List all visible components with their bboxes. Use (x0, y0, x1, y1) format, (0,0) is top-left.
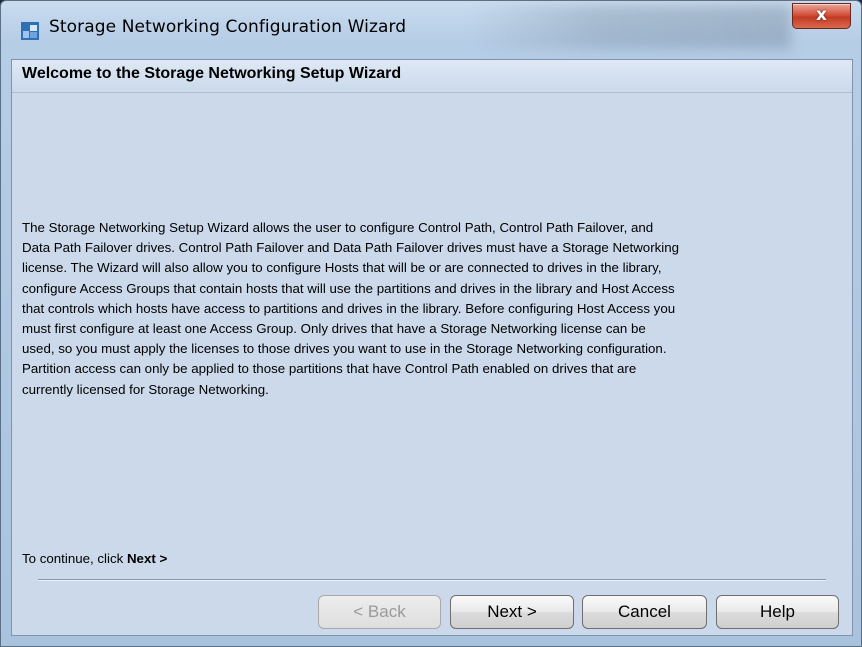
description-line: license. The Wizard will also allow you … (22, 260, 662, 276)
description-line: configure Access Groups that contain hos… (22, 280, 675, 296)
blurred-background (471, 5, 791, 49)
description-line: The Storage Networking Setup Wizard allo… (22, 220, 654, 235)
cancel-button[interactable]: Cancel (582, 595, 707, 629)
separator (38, 579, 826, 581)
description-line: must first configure at least one Access… (22, 321, 646, 337)
continue-hint: To continue, click Next > (22, 551, 167, 566)
window-title: Storage Networking Configuration Wizard (49, 17, 407, 37)
description-line: Partition access can only be applied to … (22, 361, 637, 377)
description-line: used, so you must apply the licenses to … (22, 341, 667, 357)
wizard-content: Welcome to the Storage Networking Setup … (11, 59, 853, 636)
back-button[interactable]: < Back (318, 595, 441, 629)
wizard-app-icon (21, 22, 39, 40)
description-line: Data Path Failover drives. Control Path … (22, 240, 680, 256)
hint-text: To continue, click (22, 551, 127, 566)
close-button[interactable]: x (792, 3, 851, 29)
hint-next-label: Next > (126, 551, 168, 566)
wizard-description: The Storage Networking Setup Wizard allo… (22, 218, 847, 400)
next-button[interactable]: Next > (450, 595, 574, 629)
wizard-header: Welcome to the Storage Networking Setup … (12, 60, 852, 93)
title-bar[interactable]: Storage Networking Configuration Wizard … (1, 1, 861, 57)
help-button[interactable]: Help (716, 595, 839, 629)
close-icon: x (816, 5, 827, 25)
description-line: currently licensed for Storage Networkin… (22, 381, 269, 397)
wizard-window: Storage Networking Configuration Wizard … (0, 0, 862, 647)
description-line: that controls which hosts have access to… (22, 300, 676, 316)
wizard-heading: Welcome to the Storage Networking Setup … (22, 65, 402, 82)
